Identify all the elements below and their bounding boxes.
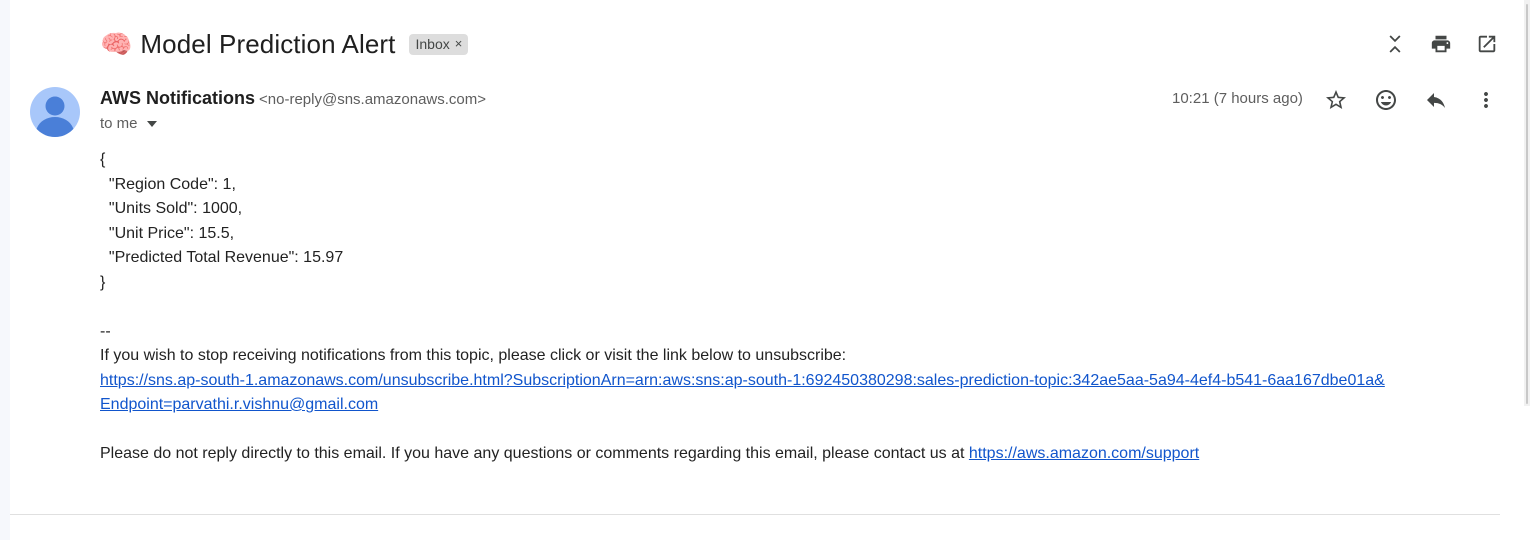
reply-icon[interactable]: [1422, 86, 1450, 114]
remove-label-icon[interactable]: ×: [455, 36, 463, 51]
show-details-caret-icon[interactable]: [146, 120, 157, 127]
body-json-line: "Units Sold": 1000,: [100, 200, 243, 217]
inbox-label-chip: Inbox ×: [409, 33, 469, 55]
email-view: 🧠 Model Prediction Alert Inbox × AWS Not…: [0, 0, 1530, 540]
inbox-label-text: Inbox: [415, 35, 450, 52]
thread-toolbar: [1382, 30, 1500, 58]
body-json-line: "Region Code": 1,: [100, 175, 236, 193]
emoji-icon[interactable]: [1372, 86, 1400, 114]
unsubscribe-link-continued[interactable]: Endpoint=parvathi.r.vishnu@gmail.com: [100, 396, 378, 413]
sender-avatar[interactable]: [30, 87, 80, 137]
support-link[interactable]: https://aws.amazon.com/support: [969, 445, 1199, 462]
footer-text: Please do not reply directly to this ema…: [100, 445, 969, 462]
scrollbar[interactable]: [1524, 0, 1530, 406]
recipient-line: to me: [100, 115, 157, 132]
body-json-line: "Unit Price": 15.5,: [100, 224, 235, 242]
sender-line: AWS Notifications <no-reply@sns.amazonaw…: [100, 88, 486, 109]
body-json-line: }: [100, 273, 106, 291]
body-json-line: {: [100, 151, 106, 168]
recipient-text: to me: [100, 115, 138, 132]
more-vert-icon[interactable]: [1472, 86, 1500, 114]
sender-email: <no-reply@sns.amazonaws.com>: [259, 91, 487, 108]
open-in-new-window-icon[interactable]: [1474, 30, 1500, 58]
message-actions: [1322, 86, 1500, 114]
sender-name[interactable]: AWS Notifications: [100, 88, 255, 109]
unsubscribe-link[interactable]: https://sns.ap-south-1.amazonaws.com/uns…: [100, 372, 1385, 389]
left-rail: [0, 0, 10, 540]
star-icon[interactable]: [1322, 86, 1350, 114]
body-json-line: "Predicted Total Revenue": 15.97: [100, 249, 344, 266]
collapse-all-icon[interactable]: [1382, 30, 1408, 58]
unsubscribe-text: If you wish to stop receiving notificati…: [100, 347, 847, 364]
signature-separator: --: [100, 322, 111, 340]
message-time: 10:21 (7 hours ago): [1172, 90, 1303, 107]
subject-row: 🧠 Model Prediction Alert Inbox ×: [100, 26, 469, 62]
scrollbar-thumb[interactable]: [1526, 4, 1528, 404]
email-subject: Model Prediction Alert: [140, 28, 396, 59]
brain-emoji: 🧠: [100, 29, 133, 59]
print-icon[interactable]: [1428, 30, 1454, 58]
message-divider: [10, 514, 1500, 515]
email-body: { "Region Code": 1, "Units Sold": 1000, …: [100, 148, 1385, 467]
